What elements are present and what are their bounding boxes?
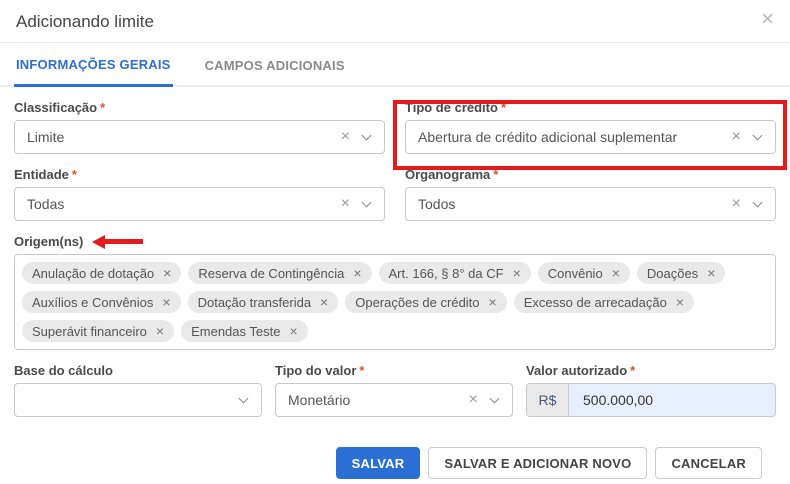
close-icon[interactable]: × (761, 8, 774, 30)
organograma-value: Todos (418, 196, 456, 212)
organograma-label-text: Organograma (405, 167, 491, 182)
chevron-down-icon[interactable] (489, 393, 500, 403)
cancel-button[interactable]: CANCELAR (655, 447, 762, 479)
origem-tag-label: Doações (646, 265, 699, 281)
tipo-credito-label-text: Tipo de crédito (405, 100, 498, 115)
classificacao-select[interactable]: Limite × (14, 120, 385, 154)
base-calculo-label: Base do cálculo (14, 363, 113, 378)
origem-tag-chip: Dotação transferida × (187, 291, 339, 313)
clear-icon[interactable]: × (732, 196, 741, 212)
clear-icon[interactable]: × (341, 196, 350, 212)
chevron-down-icon[interactable] (752, 130, 763, 140)
origem-tag-label: Emendas Teste (191, 323, 281, 339)
remove-tag-icon[interactable]: × (289, 324, 297, 338)
valor-autorizado-label: Valor autorizado * (526, 363, 776, 378)
origem-tag-label: Dotação transferida (197, 294, 312, 310)
origem-tag-label: Superávit financeiro (32, 323, 147, 339)
remove-tag-icon[interactable]: × (676, 295, 684, 309)
required-marker: * (500, 100, 506, 115)
remove-tag-icon[interactable]: × (489, 295, 497, 309)
tab-campos-adicionais[interactable]: CAMPOS ADICIONAIS (203, 58, 347, 85)
tipo-valor-value: Monetário (288, 392, 351, 408)
footer-actions: SALVAR SALVAR E ADICIONAR NOVO CANCELAR (14, 447, 776, 479)
remove-tag-icon[interactable]: × (612, 266, 620, 280)
currency-prefix: R$ (527, 384, 569, 416)
valor-autorizado-input[interactable]: 500.000,00 (569, 384, 775, 416)
modal-header: Adicionando limite × (0, 0, 790, 42)
clear-icon[interactable]: × (732, 129, 741, 145)
origem-tag-chip: Anulação de dotação × (22, 262, 182, 284)
origens-tags-box[interactable]: Anulação de dotação × Reserva de Conting… (14, 254, 776, 350)
origem-tag-label: Operações de crédito (355, 294, 480, 310)
required-marker: * (493, 167, 499, 182)
save-button[interactable]: SALVAR (335, 447, 421, 479)
valor-autorizado-label-text: Valor autorizado (526, 363, 628, 378)
remove-tag-icon[interactable]: × (163, 266, 171, 280)
required-marker: * (71, 167, 77, 182)
origem-tag-label: Auxílios e Convênios (32, 294, 154, 310)
origens-label: Origem(ns) (14, 234, 84, 249)
remove-tag-icon[interactable]: × (162, 295, 170, 309)
entidade-label-text: Entidade (14, 167, 69, 182)
origem-tag-chip: Superávit financeiro × (22, 320, 175, 342)
save-and-add-new-button[interactable]: SALVAR E ADICIONAR NOVO (428, 447, 648, 479)
valor-autorizado-field[interactable]: R$ 500.000,00 (526, 383, 776, 417)
clear-icon[interactable]: × (341, 129, 350, 145)
classificacao-value: Limite (27, 129, 65, 145)
organograma-select[interactable]: Todos × (405, 187, 776, 221)
tab-informacoes-gerais[interactable]: INFORMAÇÕES GERAIS (14, 57, 173, 87)
arrow-tail (105, 239, 144, 244)
classificacao-label-text: Classificação (14, 100, 98, 115)
remove-tag-icon[interactable]: × (156, 324, 164, 338)
origem-tag-label: Excesso de arrecadação (523, 294, 667, 310)
origem-tag-label: Reserva de Contingência (198, 265, 345, 281)
origem-tag-label: Convênio (547, 265, 603, 281)
entidade-select[interactable]: Todas × (14, 187, 385, 221)
tab-bar: INFORMAÇÕES GERAIS CAMPOS ADICIONAIS (0, 43, 790, 87)
chevron-down-icon[interactable] (752, 197, 763, 207)
annotation-arrow-icon (92, 234, 144, 249)
chevron-down-icon[interactable] (361, 197, 372, 207)
origem-tag-chip: Convênio × (537, 262, 630, 284)
chevron-down-icon[interactable] (361, 130, 372, 140)
remove-tag-icon[interactable]: × (353, 266, 361, 280)
remove-tag-icon[interactable]: × (320, 295, 328, 309)
clear-icon[interactable]: × (469, 392, 478, 408)
origens-label-row: Origem(ns) (14, 234, 776, 249)
origem-tag-chip: Auxílios e Convênios × (22, 291, 181, 313)
origem-tag-chip: Excesso de arrecadação × (513, 291, 694, 313)
remove-tag-icon[interactable]: × (707, 266, 715, 280)
required-marker: * (359, 363, 365, 378)
organograma-label: Organograma * (405, 167, 776, 182)
page-title: Adicionando limite (16, 12, 154, 31)
arrow-head (92, 234, 106, 249)
tipo-valor-label-text: Tipo do valor (275, 363, 357, 378)
base-calculo-select[interactable] (14, 383, 262, 417)
origem-tag-chip: Emendas Teste × (181, 320, 308, 342)
origem-tag-chip: Operações de crédito × (345, 291, 507, 313)
chevron-down-icon[interactable] (238, 393, 249, 403)
remove-tag-icon[interactable]: × (513, 266, 521, 280)
form: Classificação * Limite × Tipo de crédito *… (0, 87, 790, 479)
entidade-label: Entidade * (14, 167, 385, 182)
tipo-valor-select[interactable]: Monetário × (275, 383, 513, 417)
origem-tag-chip: Doações × (636, 262, 726, 284)
origem-tag-label: Anulação de dotação (32, 265, 155, 281)
tipo-credito-select[interactable]: Abertura de crédito adicional suplementa… (405, 120, 776, 154)
origem-tag-chip: Art. 166, § 8° da CF × (378, 262, 531, 284)
tipo-valor-label: Tipo do valor * (275, 363, 513, 378)
entidade-value: Todas (27, 196, 65, 212)
origem-tag-label: Art. 166, § 8° da CF (388, 265, 504, 281)
required-marker: * (630, 363, 636, 378)
required-marker: * (100, 100, 106, 115)
tipo-credito-label: Tipo de crédito * (405, 100, 776, 115)
classificacao-label: Classificação * (14, 100, 385, 115)
tipo-credito-value: Abertura de crédito adicional suplementa… (418, 129, 678, 145)
origem-tag-chip: Reserva de Contingência × (188, 262, 372, 284)
